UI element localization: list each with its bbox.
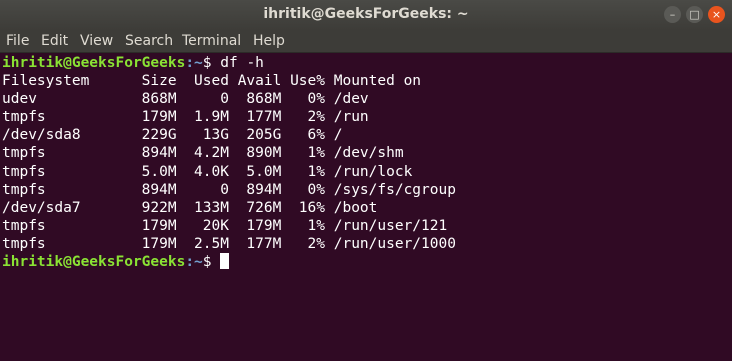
output-row: udev 868M 0 868M 0% /dev <box>2 91 369 108</box>
menu-edit[interactable]: Edit <box>41 33 68 49</box>
terminal-output[interactable]: ihritik@GeeksForGeeks:~$ df -h Filesyste… <box>2 54 732 361</box>
command-text: df -h <box>220 55 264 71</box>
output-row: tmpfs 179M 2.5M 177M 2% /run/user/1000 <box>2 235 456 252</box>
minimize-button[interactable]: – <box>664 6 681 23</box>
prompt-path: :~ <box>185 254 203 271</box>
menu-help[interactable]: Help <box>253 33 285 49</box>
window-title: ihritik@GeeksForGeeks: ~ <box>263 6 469 22</box>
command-line: ihritik@GeeksForGeeks:~$ df -h <box>2 54 732 72</box>
prompt-user: ihritik@GeeksForGeeks <box>2 254 186 271</box>
menu-file[interactable]: File <box>6 33 29 49</box>
output-row: tmpfs 179M 20K 179M 1% /run/user/121 <box>2 217 448 234</box>
prompt-user: ihritik@GeeksForGeeks <box>2 55 186 71</box>
output-row: tmpfs 894M 0 894M 0% /sys/fs/cgroup <box>2 181 456 198</box>
prompt-symbol: $ <box>202 254 221 271</box>
output-row: /dev/sda7 922M 133M 726M 16% /boot <box>2 199 378 216</box>
menu-terminal[interactable]: Terminal <box>182 33 241 49</box>
terminal-window: ihritik@GeeksForGeeks: ~ – □ × File Edit… <box>0 0 732 361</box>
prompt-symbol: $ <box>202 55 221 71</box>
maximize-button[interactable]: □ <box>686 6 703 23</box>
menu-search[interactable]: Search <box>125 33 173 49</box>
close-button[interactable]: × <box>708 6 725 23</box>
menu-view[interactable]: View <box>80 33 113 49</box>
current-prompt-line[interactable]: ihritik@GeeksForGeeks:~$ <box>2 253 732 271</box>
title-bar[interactable]: ihritik@GeeksForGeeks: ~ – □ × <box>0 0 732 30</box>
prompt-path: :~ <box>185 55 203 71</box>
text-cursor <box>220 253 230 270</box>
menu-bar: File Edit View Search Terminal Help <box>0 30 732 53</box>
output-header: Filesystem Size Used Avail Use% Mounted … <box>2 73 422 90</box>
output-row: /dev/sda8 229G 13G 205G 6% / <box>2 127 343 144</box>
output-row: tmpfs 5.0M 4.0K 5.0M 1% /run/lock <box>2 163 413 180</box>
output-row: tmpfs 894M 4.2M 890M 1% /dev/shm <box>2 145 404 162</box>
output-row: tmpfs 179M 1.9M 177M 2% /run <box>2 109 369 126</box>
